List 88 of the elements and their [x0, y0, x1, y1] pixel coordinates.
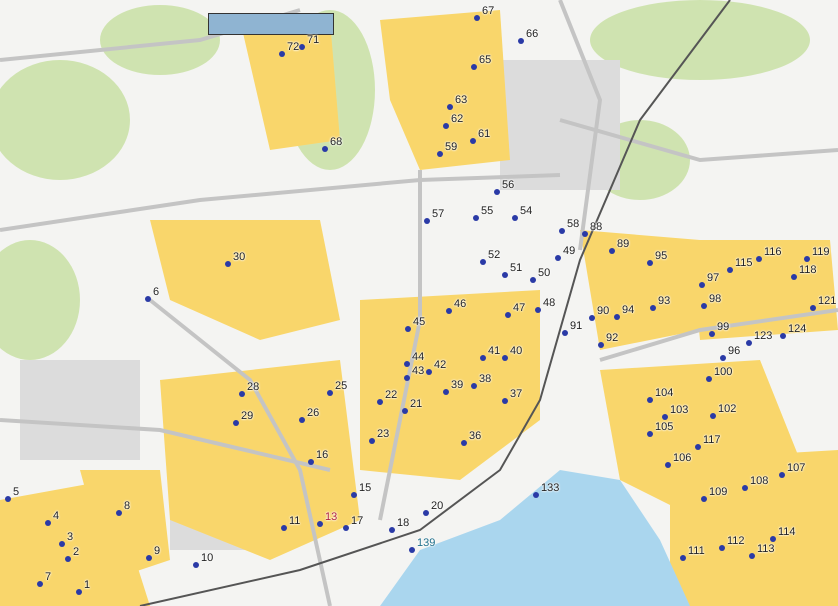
pin-label: 51	[510, 262, 522, 274]
pin-label: 112	[727, 535, 745, 547]
pin-label: 118	[799, 264, 817, 276]
pin-label: 92	[606, 332, 618, 344]
pin-label: 114	[778, 526, 796, 538]
pin-label: 109	[709, 486, 728, 498]
pin-label: 48	[543, 297, 556, 309]
location-dot	[299, 44, 305, 50]
pin-label: 55	[481, 205, 494, 217]
pin-label: 54	[520, 205, 532, 217]
pin-label: 49	[563, 245, 576, 257]
pin-label: 4	[53, 510, 60, 522]
pin-label: 50	[538, 267, 550, 279]
pin-label: 1	[84, 579, 90, 591]
pin-label: 5	[13, 486, 20, 498]
pin-label: 93	[658, 295, 670, 307]
pin-label: 116	[764, 246, 782, 258]
pin-label: 66	[526, 28, 538, 40]
pin-label: 18	[397, 517, 410, 529]
pin-label: 11	[289, 515, 300, 527]
pin-label: 90	[597, 305, 610, 317]
pin-label: 10	[201, 552, 214, 564]
pin-label: 89	[617, 238, 630, 250]
pin-label: 9	[154, 545, 160, 557]
pin-label: 103	[670, 404, 688, 416]
pin-label: 16	[316, 449, 328, 461]
pin-label: 38	[479, 373, 492, 385]
pin-label: 61	[478, 128, 490, 140]
pin-label: 96	[728, 345, 740, 357]
pin-label: 52	[488, 249, 500, 261]
pin-label: 13	[325, 511, 338, 523]
pin-label: 36	[469, 430, 482, 442]
pin-label: 47	[513, 302, 526, 314]
pin-label: 28	[247, 381, 260, 393]
pin-label: 98	[709, 293, 722, 305]
pin-label: 23	[377, 428, 390, 440]
pin-label: 8	[124, 500, 130, 512]
pin-label: 113	[757, 543, 775, 555]
pin-label: 95	[655, 250, 668, 262]
pin-label: 104	[655, 387, 674, 399]
pin-label: 40	[510, 345, 522, 357]
pin-label: 107	[787, 462, 806, 474]
pin-label: 22	[385, 389, 398, 401]
pin-label: 20	[431, 500, 444, 512]
pin-label: 7	[45, 571, 52, 583]
pin-label: 97	[707, 272, 720, 284]
pin-label: 58	[567, 218, 580, 230]
pin-label: 68	[330, 136, 342, 148]
pin-label: 29	[241, 410, 254, 422]
pin-label: 91	[570, 320, 582, 332]
pin-label: 72	[287, 41, 300, 53]
pin-label: 102	[718, 403, 736, 415]
pin-label: 41	[488, 345, 500, 357]
pin-label: 56	[502, 179, 514, 191]
pin-label: 37	[510, 388, 522, 400]
pin-label: 43	[412, 365, 424, 377]
pin-label: 26	[307, 407, 320, 419]
pin-label: 45	[413, 316, 426, 328]
pin-label: 59	[445, 141, 458, 153]
pin-label: 57	[432, 208, 444, 220]
pin-label: 46	[454, 298, 466, 310]
pin-label: 119	[812, 246, 830, 258]
pin-label: 106	[673, 452, 692, 464]
pin-label: 39	[451, 379, 464, 391]
pin-label: 71	[307, 34, 320, 46]
pin-label: 63	[455, 94, 468, 106]
pin-label: 6	[153, 286, 160, 298]
pin-label: 65	[479, 54, 492, 66]
pin-label: 139	[417, 537, 436, 549]
pin-label: 117	[703, 434, 721, 446]
pin-label: 133	[541, 482, 560, 494]
pin-label: 44	[412, 351, 424, 363]
pin-label: 121	[818, 295, 836, 307]
pin-label: 30	[233, 251, 246, 263]
pin-label: 62	[451, 113, 464, 125]
pin-label: 15	[359, 482, 372, 494]
pin-label: 94	[622, 304, 634, 316]
pin-label: 111	[688, 545, 705, 557]
pin-label: 100	[714, 366, 732, 378]
pin-label: 105	[655, 421, 674, 433]
pin-label: 99	[717, 321, 730, 333]
pin-label: 3	[67, 531, 74, 543]
pin-label: 108	[750, 475, 768, 487]
pin-label: 2	[73, 546, 80, 558]
pin-label: 21	[410, 398, 422, 410]
pin-label: 115	[735, 257, 753, 269]
pin-label: 124	[788, 323, 806, 335]
pin-label: 42	[434, 359, 446, 371]
